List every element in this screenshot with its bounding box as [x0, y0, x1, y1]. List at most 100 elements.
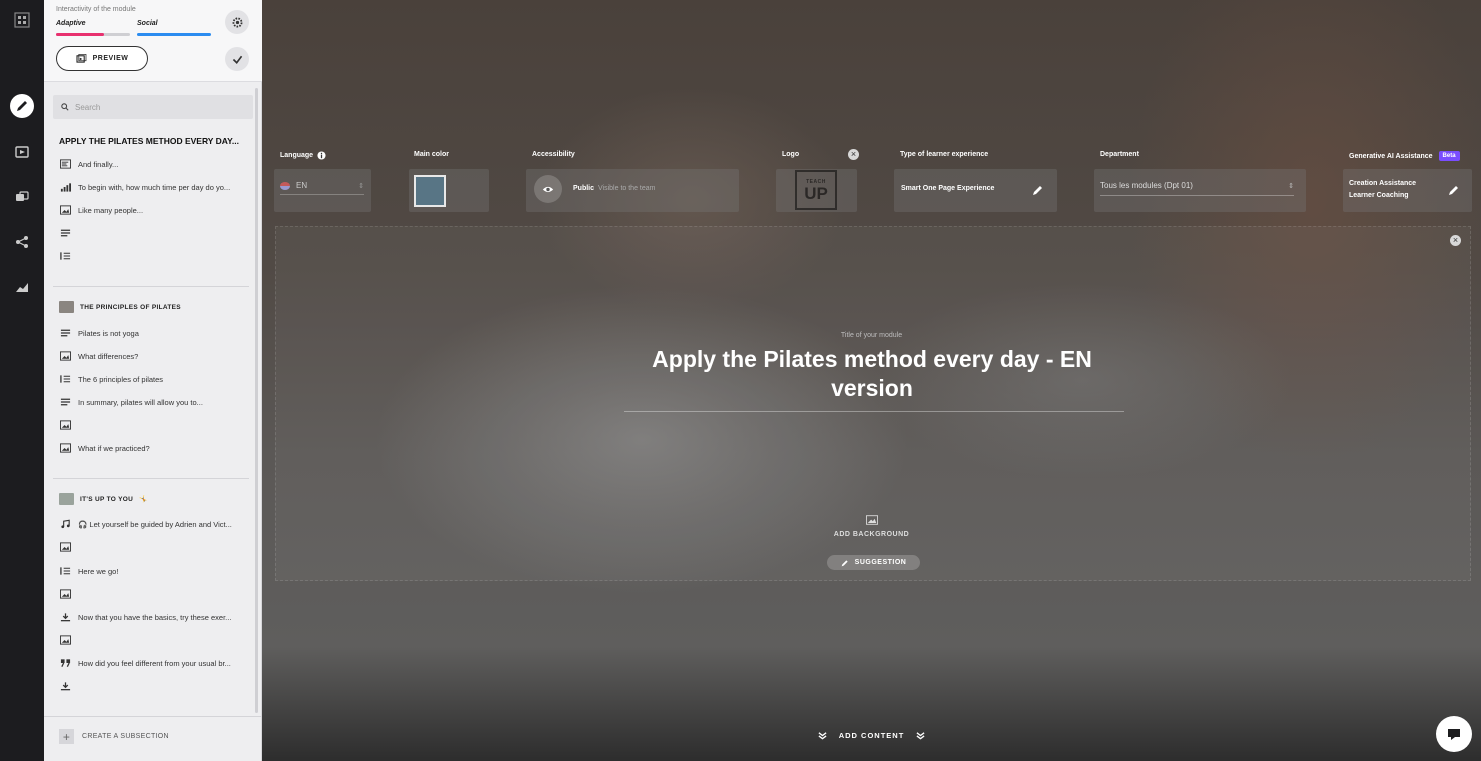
preview-icon — [76, 54, 86, 63]
search-placeholder: Search — [75, 102, 101, 112]
language-select[interactable]: EN ⇕ — [280, 177, 364, 195]
plus-icon: + — [59, 729, 74, 744]
chevron-down-icon — [916, 732, 925, 740]
list-item[interactable]: In summary, pilates will allow you to... — [59, 395, 249, 409]
validate-button[interactable] — [225, 47, 249, 71]
list-item[interactable] — [59, 226, 249, 240]
image-icon — [59, 635, 71, 645]
cards-icon[interactable] — [10, 185, 34, 209]
adaptive-bar-fill — [56, 33, 104, 36]
list-icon — [59, 374, 71, 384]
list-item[interactable]: How did you feel different from your usu… — [59, 656, 249, 670]
close-icon[interactable]: × — [1450, 235, 1461, 246]
image-icon — [59, 589, 71, 599]
list-item[interactable]: Pilates is not yoga — [59, 326, 249, 340]
divider — [44, 716, 262, 717]
list-item[interactable]: The 6 principles of pilates — [59, 372, 249, 386]
main-color-label: Main color — [414, 151, 450, 158]
image-icon — [865, 515, 878, 525]
list-item[interactable]: What if we practiced? — [59, 441, 249, 455]
section-header[interactable]: IT'S UP TO YOU 🤸 — [59, 491, 249, 507]
main-color-swatch[interactable] — [414, 175, 446, 207]
list-item[interactable]: 🎧 Let yourself be guided by Adrien and V… — [59, 517, 249, 531]
list-item[interactable] — [59, 249, 249, 263]
list-icon — [59, 251, 71, 261]
list-item[interactable] — [59, 587, 249, 601]
left-rail — [0, 0, 44, 761]
list-item[interactable]: Here we go! — [59, 564, 249, 578]
list-item[interactable] — [59, 633, 249, 647]
department-label: Department — [1100, 151, 1139, 158]
suggestion-button[interactable]: SUGGESTION — [827, 555, 920, 570]
download-icon — [59, 612, 71, 622]
share-icon[interactable] — [10, 230, 34, 254]
text-icon — [59, 397, 71, 407]
form-icon — [59, 159, 71, 169]
image-icon — [59, 205, 71, 215]
section-title: IT'S UP TO YOU — [80, 495, 134, 503]
section-title-emoji: 🤸 — [139, 496, 148, 503]
list-item[interactable]: And finally... — [59, 157, 249, 171]
list-item[interactable] — [59, 540, 249, 554]
eye-icon[interactable] — [534, 175, 562, 203]
sidebar-header: Interactivity of the module Adaptive Soc… — [44, 0, 262, 82]
accessibility-label: Accessibility — [532, 151, 575, 158]
close-icon[interactable]: × — [848, 149, 859, 160]
list-item[interactable]: To begin with, how much time per day do … — [59, 180, 249, 194]
chat-support-button[interactable] — [1436, 716, 1472, 752]
section-header[interactable]: THE PRINCIPLES OF PILATES — [59, 299, 249, 315]
social-tag: Social — [137, 20, 158, 27]
add-content-button[interactable]: ADD CONTENT — [262, 731, 1481, 740]
section-thumbnail — [59, 493, 74, 505]
logo-image[interactable]: TEACH UP — [795, 170, 837, 210]
create-subsection-label: CREATE A SUBSECTION — [82, 733, 169, 740]
edit-pencil-icon[interactable] — [1032, 184, 1044, 196]
image-icon — [59, 351, 71, 361]
department-select[interactable]: Tous les modules (Dpt 01) ⇕ — [1100, 176, 1294, 196]
search-input[interactable]: Search — [53, 95, 253, 119]
text-icon — [59, 328, 71, 338]
list-item[interactable] — [59, 679, 249, 693]
info-icon[interactable] — [317, 151, 326, 160]
poll-icon — [59, 182, 71, 192]
create-subsection-button[interactable]: + CREATE A SUBSECTION — [59, 729, 169, 744]
divider — [53, 286, 249, 287]
add-content-label: ADD CONTENT — [838, 731, 905, 740]
preview-label: PREVIEW — [92, 55, 129, 62]
analytics-icon[interactable] — [10, 275, 34, 299]
list-item[interactable] — [59, 418, 249, 432]
module-title-input[interactable]: Apply the Pilates method every day - EN … — [622, 345, 1122, 403]
add-background-button[interactable]: ADD BACKGROUND — [262, 515, 1481, 538]
beta-badge: Beta — [1438, 151, 1460, 161]
sidebar-module-title[interactable]: APPLY THE PILATES METHOD EVERY DAY... — [59, 136, 254, 146]
chat-bubble-icon — [1448, 729, 1460, 740]
media-icon[interactable] — [10, 140, 34, 164]
edit-pencil-icon[interactable] — [1448, 184, 1460, 196]
music-icon — [59, 519, 71, 529]
adaptive-tag: Adaptive — [56, 20, 86, 27]
apps-grid-icon[interactable] — [10, 8, 34, 32]
edit-pencil-icon[interactable] — [10, 94, 34, 118]
image-icon — [59, 542, 71, 552]
settings-gear-button[interactable] — [225, 10, 249, 34]
preview-button[interactable]: PREVIEW — [56, 46, 148, 71]
search-icon — [61, 103, 69, 111]
section-thumbnail — [59, 301, 74, 313]
list-item[interactable]: Now that you have the basics, try these … — [59, 610, 249, 624]
flag-icon — [280, 181, 290, 190]
list-icon — [59, 566, 71, 576]
download-icon — [59, 681, 71, 691]
experience-value: Smart One Page Experience — [901, 185, 995, 192]
title-underline — [624, 411, 1124, 412]
language-panel: EN ⇕ — [274, 169, 371, 212]
sidebar-scrollbar[interactable] — [255, 88, 258, 713]
gear-icon — [232, 17, 242, 27]
ai-assistance-label: Generative AI Assistance Beta — [1349, 151, 1460, 161]
list-item[interactable]: What differences? — [59, 349, 249, 363]
select-arrows-icon: ⇕ — [358, 182, 364, 190]
module-title-label: Title of your module — [840, 332, 903, 339]
divider — [53, 478, 249, 479]
list-item[interactable]: Like many people... — [59, 203, 249, 217]
pencil-icon — [841, 559, 848, 566]
module-sidebar: Interactivity of the module Adaptive Soc… — [44, 0, 262, 761]
